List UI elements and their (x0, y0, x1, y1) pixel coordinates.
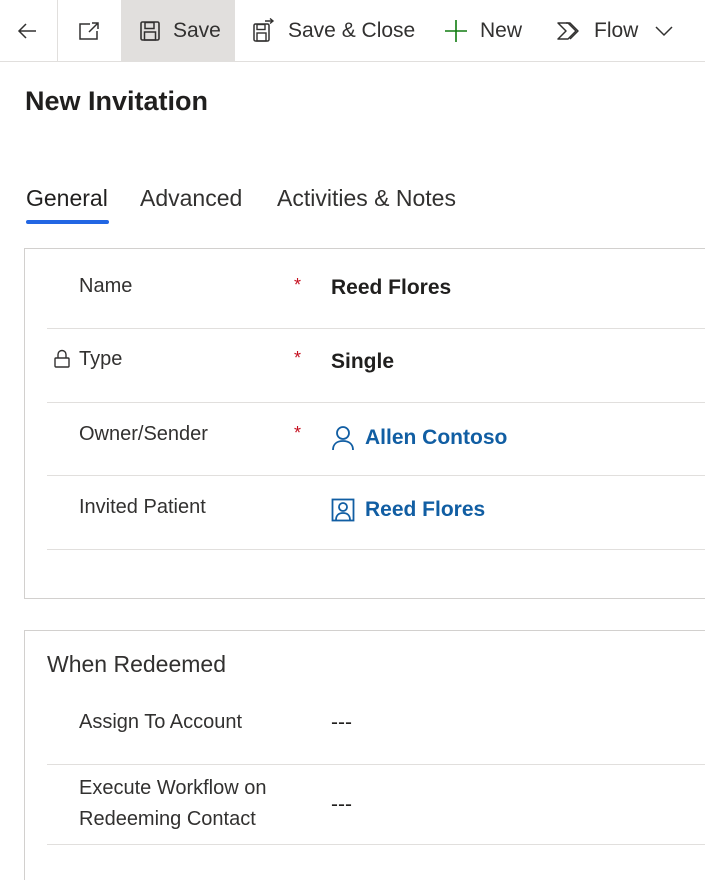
field-row-assign-to-account: Assign To Account --- (47, 697, 705, 765)
user-icon (332, 426, 354, 451)
field-label-assign-to-account: Assign To Account (79, 711, 243, 733)
required-indicator: * (294, 275, 302, 295)
field-label-line: Execute Workflow on (79, 777, 267, 799)
general-section: Name * Reed Flores Type * Single Owner/S… (24, 248, 705, 599)
required-indicator: * (294, 423, 302, 443)
lock-icon (54, 349, 70, 368)
field-row-name: Name * Reed Flores (47, 249, 705, 329)
save-and-close-button[interactable]: Save & Close (252, 0, 415, 61)
back-arrow-icon (17, 22, 36, 39)
tab-general[interactable]: General (26, 185, 108, 212)
back-button[interactable] (0, 0, 54, 61)
field-label-execute-workflow: Execute Workflow on Redeeming Contact (79, 773, 267, 835)
section-title: When Redeemed (47, 651, 226, 677)
invited-patient-value: Reed Flores (365, 498, 486, 521)
type-field[interactable]: Single (331, 350, 394, 374)
save-close-icon (253, 17, 275, 42)
assign-to-account-field[interactable]: --- (331, 711, 352, 735)
field-label-invited-patient: Invited Patient (79, 496, 206, 518)
tab-advanced[interactable]: Advanced (140, 185, 242, 212)
field-label-type: Type (79, 348, 123, 370)
new-label: New (480, 18, 523, 42)
contact-card-icon (331, 498, 355, 522)
flow-label: Flow (594, 18, 639, 42)
field-label-name: Name (79, 275, 133, 297)
tab-activities-notes[interactable]: Activities & Notes (277, 185, 456, 212)
owner-sender-value: Allen Contoso (365, 426, 508, 449)
owner-sender-link[interactable]: Allen Contoso (331, 425, 507, 451)
chevron-down-icon (655, 25, 673, 36)
field-row-owner: Owner/Sender * Allen Contoso (47, 403, 705, 476)
field-label-line: Redeeming Contact (79, 808, 256, 830)
plus-icon (445, 19, 467, 42)
popout-icon (78, 21, 99, 40)
when-redeemed-section: When Redeemed Assign To Account --- Exec… (24, 630, 705, 880)
command-bar: Save Save & Close New Flow (0, 0, 705, 62)
page-title: New Invitation (25, 86, 209, 116)
save-button[interactable]: Save (121, 0, 235, 61)
save-icon (140, 20, 160, 41)
open-in-new-window-button[interactable] (57, 0, 119, 61)
field-row-invited-patient: Invited Patient Reed Flores (47, 476, 705, 550)
flow-button[interactable]: Flow (556, 0, 638, 61)
save-label: Save (173, 18, 221, 42)
invited-patient-link[interactable]: Reed Flores (331, 498, 485, 522)
flow-icon (557, 21, 579, 40)
new-button[interactable]: New (444, 0, 522, 61)
execute-workflow-field[interactable]: --- (331, 793, 352, 817)
flow-dropdown-button[interactable] (652, 0, 676, 61)
name-field[interactable]: Reed Flores (331, 276, 451, 300)
save-and-close-label: Save & Close (288, 18, 416, 42)
field-label-owner-sender: Owner/Sender (79, 423, 208, 445)
field-row-execute-workflow: Execute Workflow on Redeeming Contact --… (47, 765, 705, 845)
field-row-type: Type * Single (47, 329, 705, 403)
tab-selected-indicator (26, 220, 109, 224)
required-indicator: * (294, 348, 302, 368)
